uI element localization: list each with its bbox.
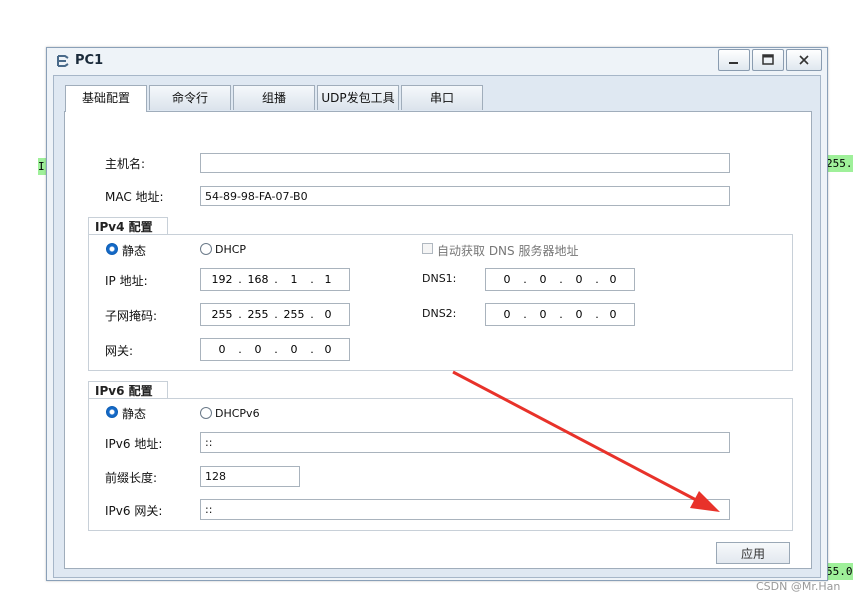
- ipv6-group-title: IPv6 配置: [88, 381, 168, 399]
- tab-udp-tool[interactable]: UDP发包工具: [317, 85, 399, 110]
- dns1-label: DNS1:: [422, 272, 457, 285]
- basic-config-panel: 主机名: MAC 地址: 54-89-98-FA-07-B0 IPv4 配置 静…: [64, 111, 812, 569]
- ipv6-address-input[interactable]: ::: [200, 432, 730, 453]
- gateway-octet: 0: [218, 343, 226, 356]
- dns2-octet: 0: [575, 308, 583, 321]
- mac-input[interactable]: 54-89-98-FA-07-B0: [200, 186, 730, 206]
- maximize-icon: [762, 54, 774, 65]
- ip-dot: .: [238, 273, 242, 286]
- ip-label: IP 地址:: [105, 274, 148, 288]
- gateway-dot: .: [238, 343, 242, 356]
- hostname-label: 主机名:: [105, 157, 146, 171]
- maximize-button[interactable]: [752, 49, 784, 71]
- dns2-octet: 0: [503, 308, 511, 321]
- dns2-input[interactable]: 0 . 0 . 0 . 0: [485, 303, 635, 326]
- ip-dot: .: [274, 273, 278, 286]
- mask-octet: 255: [247, 308, 269, 321]
- pc1-config-window: PC1 基础配置 命令行 组播 UDP发包工具 串口 主机名: MAC 地址: …: [46, 47, 828, 581]
- gateway-octet: 0: [324, 343, 332, 356]
- gateway-octet: 0: [254, 343, 262, 356]
- background-fragment-right-top: 255.: [826, 155, 853, 172]
- dns1-input[interactable]: 0 . 0 . 0 . 0: [485, 268, 635, 291]
- gateway-label: 网关:: [105, 344, 134, 358]
- dns1-dot: .: [559, 273, 563, 286]
- dns2-dot: .: [559, 308, 563, 321]
- mac-label: MAC 地址:: [105, 190, 164, 204]
- mask-dot: .: [238, 308, 242, 321]
- dns2-dot: .: [523, 308, 527, 321]
- dns1-dot: .: [523, 273, 527, 286]
- ipv6-address-label: IPv6 地址:: [105, 437, 163, 451]
- background-fragment-right-bottom: 55.0: [826, 563, 853, 580]
- ipv6-gateway-input[interactable]: ::: [200, 499, 730, 520]
- ipv4-static-label: 静态: [122, 244, 147, 258]
- ipv6-dhcp-radio[interactable]: [200, 407, 212, 419]
- mask-octet: 255: [283, 308, 305, 321]
- auto-dns-checkbox[interactable]: [422, 243, 433, 254]
- dns1-octet: 0: [575, 273, 583, 286]
- ipv4-dhcp-label: DHCP: [215, 243, 247, 256]
- dns2-label: DNS2:: [422, 307, 457, 320]
- hostname-input[interactable]: [200, 153, 730, 173]
- dns1-octet: 0: [539, 273, 547, 286]
- auto-dns-label: 自动获取 DNS 服务器地址: [437, 244, 579, 258]
- ipv6-static-radio[interactable]: [106, 406, 118, 418]
- dns1-octet: 0: [503, 273, 511, 286]
- ipv6-gateway-label: IPv6 网关:: [105, 504, 163, 518]
- gateway-octet: 0: [290, 343, 298, 356]
- apply-button[interactable]: 应用: [716, 542, 790, 564]
- ipv4-group-title: IPv4 配置: [88, 217, 168, 235]
- ipv6-static-label: 静态: [122, 407, 147, 421]
- ip-octet: 1: [290, 273, 298, 286]
- mask-dot: .: [274, 308, 278, 321]
- dns1-octet: 0: [609, 273, 617, 286]
- subnet-mask-input[interactable]: 255 . 255 . 255 . 0: [200, 303, 350, 326]
- gateway-dot: .: [274, 343, 278, 356]
- tab-command-line[interactable]: 命令行: [149, 85, 231, 110]
- ip-octet: 1: [324, 273, 332, 286]
- mask-octet: 0: [324, 308, 332, 321]
- title-bar[interactable]: PC1: [47, 48, 827, 74]
- ipv4-static-radio[interactable]: [106, 243, 118, 255]
- ip-octet: 192: [211, 273, 233, 286]
- tab-multicast[interactable]: 组播: [233, 85, 315, 110]
- mask-label: 子网掩码:: [105, 309, 158, 323]
- mask-octet: 255: [211, 308, 233, 321]
- close-button[interactable]: [786, 49, 822, 71]
- window-body: 基础配置 命令行 组播 UDP发包工具 串口 主机名: MAC 地址: 54-8…: [53, 75, 821, 578]
- pc-app-icon: [57, 55, 69, 67]
- dns2-octet: 0: [539, 308, 547, 321]
- ipv4-dhcp-radio[interactable]: [200, 243, 212, 255]
- minimize-icon: [729, 62, 738, 64]
- tab-serial[interactable]: 串口: [401, 85, 483, 110]
- ip-octet: 168: [247, 273, 269, 286]
- prefix-length-input[interactable]: 128: [200, 466, 300, 487]
- ipv6-dhcp-label: DHCPv6: [215, 407, 260, 420]
- close-icon: [799, 55, 809, 65]
- prefix-length-label: 前缀长度:: [105, 471, 158, 485]
- minimize-button[interactable]: [718, 49, 750, 71]
- window-title: PC1: [75, 53, 104, 68]
- ip-address-input[interactable]: 192 . 168 . 1 . 1: [200, 268, 350, 291]
- tab-basic-config[interactable]: 基础配置: [65, 85, 147, 112]
- dns2-octet: 0: [609, 308, 617, 321]
- watermark: CSDN @Mr.Han: [756, 580, 841, 593]
- gateway-input[interactable]: 0 . 0 . 0 . 0: [200, 338, 350, 361]
